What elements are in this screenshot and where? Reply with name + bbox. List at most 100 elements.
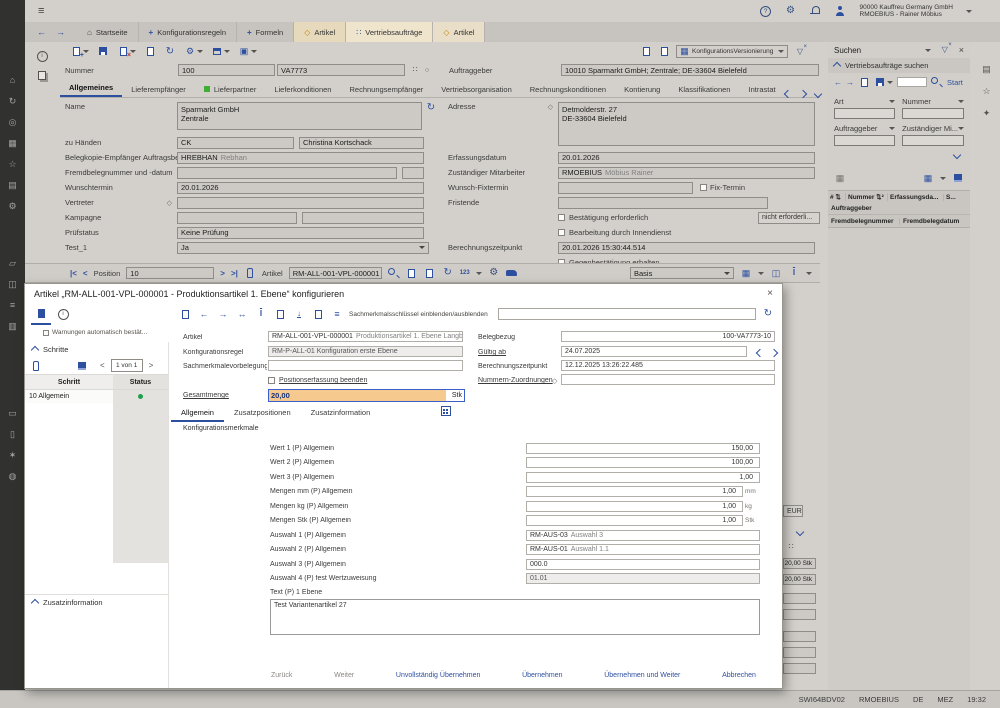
erfassungsdatum-input[interactable]: 20.01.2026 <box>558 152 815 164</box>
position-settings-icon[interactable] <box>488 267 500 279</box>
innendienst-checkbox[interactable] <box>558 229 565 236</box>
close-icon[interactable]: × <box>767 288 773 299</box>
documents-icon[interactable]: ▤ <box>7 180 19 191</box>
collapse-section-icon[interactable] <box>833 61 841 69</box>
search-icon[interactable] <box>388 268 400 278</box>
attachment-icon[interactable] <box>30 360 42 372</box>
criterion-input[interactable] <box>902 108 964 119</box>
name-input[interactable]: Sparmarkt GmbH Zentrale <box>177 102 422 130</box>
bestaetigung-checkbox[interactable] <box>558 214 565 221</box>
tab-allgemeines[interactable]: Allgemeines <box>60 79 122 97</box>
nummern-zuordnungen-input[interactable] <box>561 374 775 385</box>
diamond-icon[interactable]: ◇ <box>167 199 172 207</box>
search-dropdown-icon[interactable] <box>925 49 931 52</box>
tabs-scroll-right-icon[interactable] <box>798 90 806 98</box>
user-menu-chevron-icon[interactable] <box>966 10 972 13</box>
adresse-input[interactable]: Detmolderstr. 27 DE-33604 Bielefeld <box>558 102 815 146</box>
result-column[interactable]: Auftraggeber <box>828 203 970 214</box>
warnings-checkbox[interactable] <box>43 330 49 336</box>
new-doc-icon[interactable] <box>70 45 89 57</box>
tab-lieferpartner[interactable]: Lieferpartner <box>195 81 266 97</box>
result-column[interactable]: # ⇅ <box>828 193 846 201</box>
criterion-dropdown-icon[interactable] <box>889 100 895 103</box>
search-back-icon[interactable]: ← <box>834 78 842 87</box>
back-icon[interactable] <box>198 308 210 320</box>
more-criteria-icon[interactable] <box>953 151 961 159</box>
tab-artikel-2[interactable]: ◇ Artikel <box>433 22 485 42</box>
tab-startseite[interactable]: ⌂ Startseite <box>77 22 139 42</box>
list-icon[interactable] <box>331 308 343 320</box>
help-icon[interactable] <box>760 5 772 17</box>
nummern-zuordnungen-label[interactable]: Nummern-Zuordnungen <box>478 377 558 384</box>
favorites-icon[interactable]: ☆ <box>981 86 993 97</box>
fremdbelegdatum-input[interactable] <box>402 167 424 179</box>
columns-icon[interactable] <box>770 267 782 279</box>
gueltig-ab-input[interactable]: 24.07.2025 <box>561 346 747 357</box>
fit-width-icon[interactable] <box>236 308 248 320</box>
tab-artikel-1[interactable]: ◇ Artikel <box>294 22 346 42</box>
dialog-tab-allgemein[interactable]: Allgemein <box>171 406 224 422</box>
vertreter-input[interactable] <box>177 197 424 209</box>
empty-field[interactable] <box>783 663 816 674</box>
pruefstatus-input[interactable]: Keine Prüfung <box>177 227 424 239</box>
save-icon[interactable] <box>97 45 109 57</box>
fixtermin-checkbox[interactable] <box>700 184 707 191</box>
rail-spacer[interactable] <box>7 342 19 398</box>
history-icon[interactable]: ↻ <box>7 96 19 107</box>
berechnungszeitpunkt-input[interactable]: 12.12.2025 13:26:22.485 <box>561 360 775 371</box>
date-next-icon[interactable] <box>770 349 778 357</box>
tab-lieferempfaenger[interactable]: Lieferempfänger <box>122 81 195 97</box>
versionierung-dropdown[interactable]: KonfigurationsVersionierung <box>676 45 788 58</box>
merkmal-input[interactable]: 000.0 <box>526 559 760 570</box>
qty-field[interactable]: 20,00 Stk <box>783 558 816 569</box>
doc-next-icon[interactable] <box>312 308 324 320</box>
positionserfassung-label[interactable]: Positionserfassung beenden <box>279 377 389 384</box>
search-icon[interactable] <box>7 54 19 65</box>
collapse-icon[interactable] <box>796 528 804 536</box>
home-icon[interactable]: ⌂ <box>7 75 19 86</box>
last-position-icon[interactable]: >| <box>231 269 238 278</box>
notifications-icon[interactable] <box>810 6 822 16</box>
step-row[interactable]: 10 Allgemein <box>25 390 168 403</box>
merkmal-input[interactable]: 1,00 <box>526 501 743 512</box>
berechnungszeitpunkt-input[interactable]: 20.01.2026 15:30:44.514 <box>558 242 815 254</box>
empty-field[interactable] <box>783 609 816 620</box>
doc-print-icon[interactable] <box>658 46 670 58</box>
nav-forward-icon[interactable]: → <box>56 27 65 37</box>
settings-icon[interactable]: ⚙ <box>7 201 19 212</box>
sachvorbelegung-input[interactable] <box>268 360 463 371</box>
dialog-tab-zusatzinformation[interactable]: Zusatzinformation <box>301 406 381 422</box>
text-cursor-icon[interactable] <box>788 267 800 279</box>
zu-haenden-name-input[interactable]: Christina Kortschack <box>299 137 424 149</box>
external-panel-icon[interactable] <box>981 42 993 53</box>
excel-export-icon[interactable] <box>76 360 88 372</box>
doc-copy-icon[interactable] <box>424 267 436 279</box>
result-column[interactable]: Fremdbelegnummer <box>828 218 900 225</box>
close-search-icon[interactable]: × <box>959 45 964 55</box>
save-search-icon[interactable] <box>874 76 893 88</box>
zurueck-button[interactable]: Zurück <box>271 672 292 679</box>
fremdbelegnummer-input[interactable] <box>177 167 397 179</box>
result-column[interactable]: Erfassungsda... <box>888 194 944 201</box>
search-name-input[interactable] <box>897 77 927 87</box>
doc-preview-icon[interactable] <box>640 46 652 58</box>
currency-button[interactable]: EUR <box>783 505 803 517</box>
criterion-input[interactable] <box>834 108 895 119</box>
doc-icon[interactable] <box>406 267 418 279</box>
prev-position-icon[interactable]: < <box>83 269 88 278</box>
dialog-tab-zusatzpositionen[interactable]: Zusatzpositionen <box>224 406 301 422</box>
artikel-input[interactable]: RM-ALL-001-VPL-000001Produktionsartikel … <box>268 331 463 342</box>
first-position-icon[interactable]: |< <box>70 269 77 278</box>
tools-icon[interactable]: ✶ <box>7 450 19 461</box>
nummer-input-2[interactable]: VA7773 <box>277 64 405 76</box>
tabs-more-icon[interactable] <box>813 90 821 98</box>
forward-icon[interactable] <box>217 308 229 320</box>
layout-grid-icon[interactable] <box>740 267 752 279</box>
device-icon[interactable]: ▯ <box>7 429 19 440</box>
sachmerkmal-input[interactable] <box>498 308 756 320</box>
favorites-icon[interactable]: ☆ <box>7 159 19 170</box>
printer-icon[interactable]: ▭ <box>7 408 19 419</box>
refresh-name-icon[interactable] <box>425 102 437 114</box>
table-view-icon[interactable] <box>834 172 846 184</box>
uebernehmen-und-weiter-button[interactable]: Übernehmen und Weiter <box>604 672 680 679</box>
